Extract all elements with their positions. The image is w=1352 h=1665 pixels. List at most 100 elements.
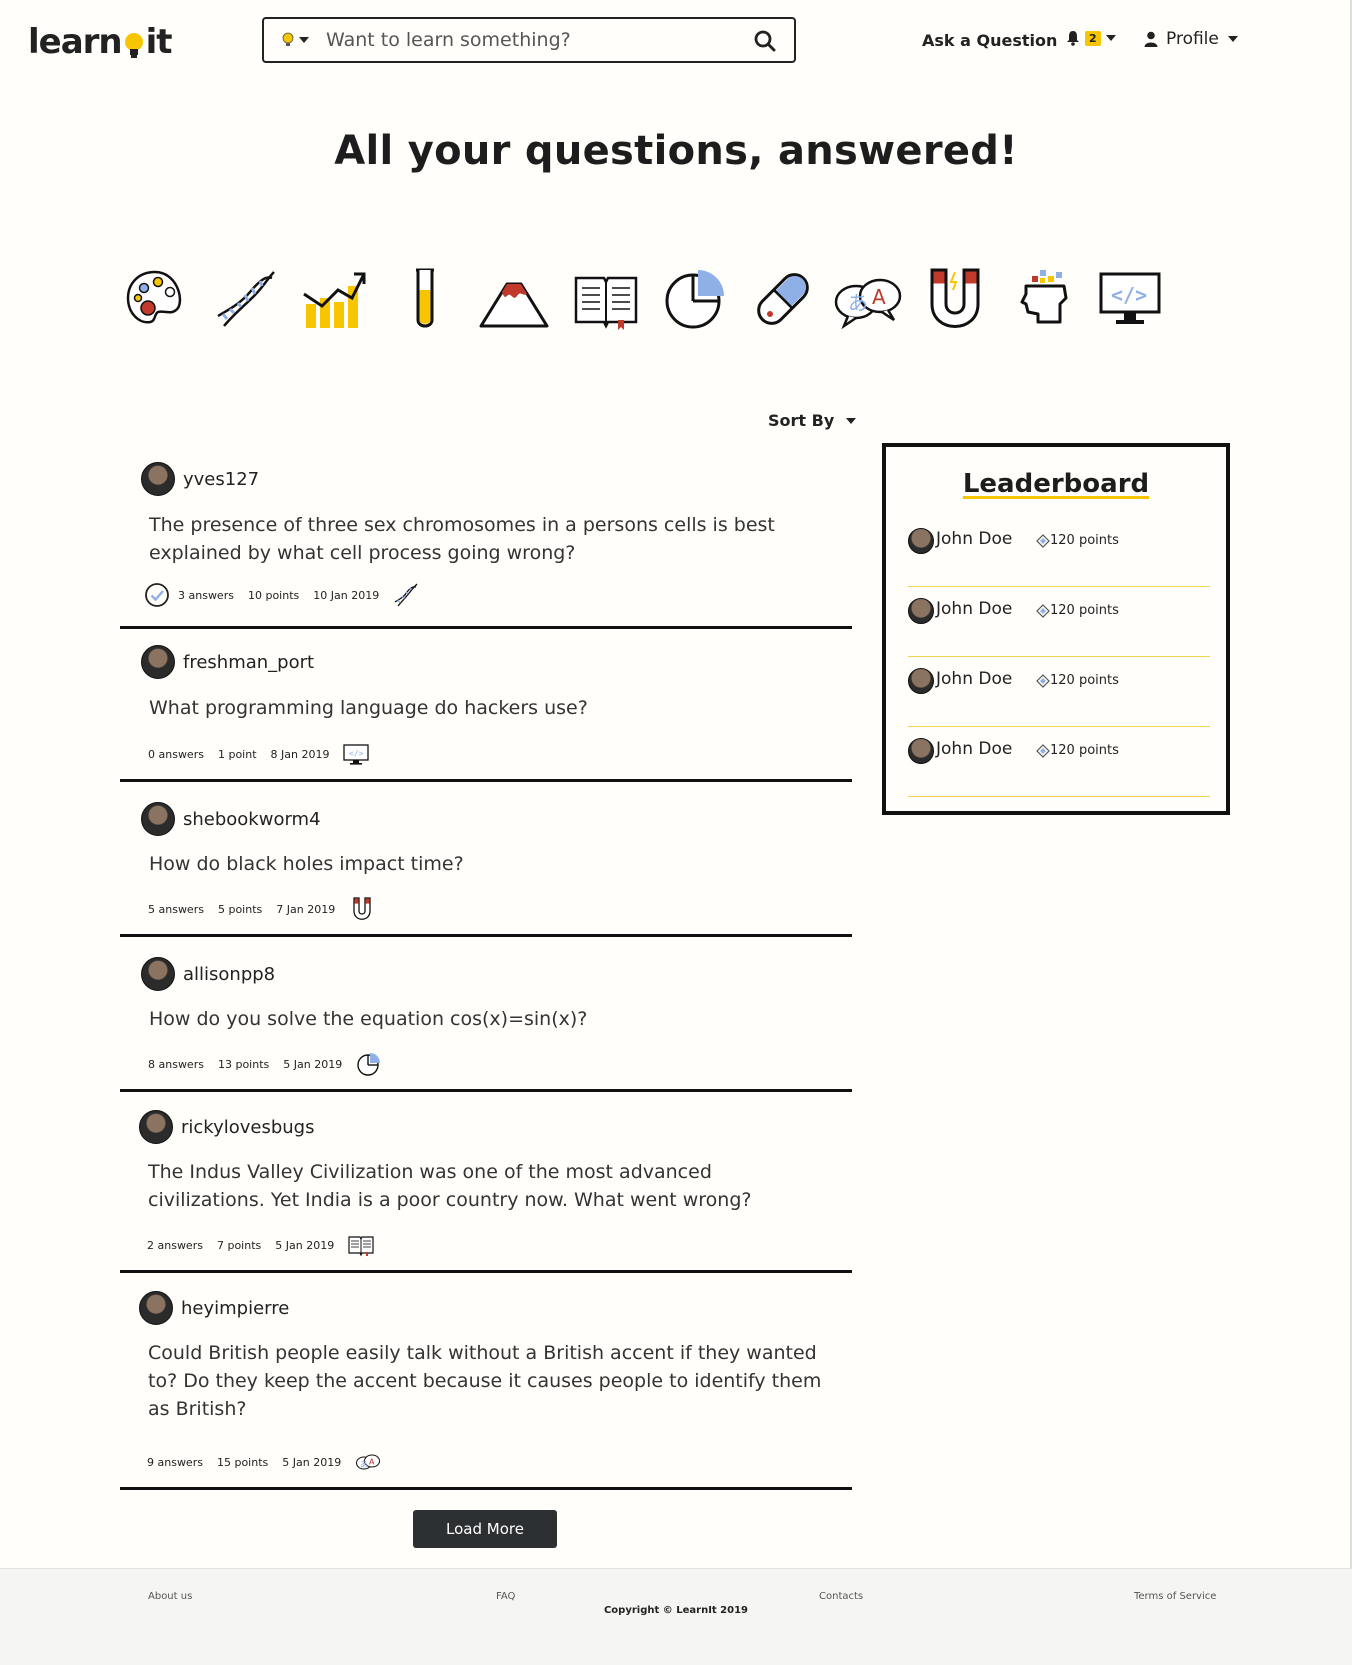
question-author[interactable]: allisonpp8 — [141, 957, 275, 991]
leaderboard-title: Leaderboard — [886, 469, 1226, 499]
notifications-dropdown[interactable]: 2 — [1066, 30, 1116, 46]
logo[interactable]: learn it — [28, 22, 173, 62]
avatar — [141, 462, 175, 496]
answer-count: 5 answers — [148, 902, 204, 916]
question-card[interactable]: yves127 The presence of three sex chromo… — [120, 444, 852, 629]
question-card[interactable]: allisonpp8 How do you solve the equation… — [120, 937, 852, 1092]
sort-dropdown[interactable]: Sort By — [768, 411, 857, 430]
question-author[interactable]: yves127 — [141, 462, 259, 496]
question-author[interactable]: freshman_port — [141, 645, 314, 679]
user-icon — [1144, 31, 1158, 47]
question-text[interactable]: The presence of three sex chromosomes in… — [149, 511, 829, 567]
chevron-down-icon — [1227, 36, 1238, 42]
leaderboard-entry[interactable]: John Doe 120 points — [908, 586, 1210, 657]
book-icon[interactable] — [348, 1232, 374, 1258]
points-count: 13 points — [217, 1057, 270, 1071]
avatar — [908, 528, 934, 554]
avatar — [141, 645, 175, 679]
language-icon[interactable]: あA — [355, 1449, 381, 1475]
search-category-dropdown[interactable] — [282, 32, 326, 48]
post-date: 5 Jan 2019 — [283, 1057, 343, 1071]
category-bar: あA </> — [120, 264, 1240, 336]
svg-text:あ: あ — [848, 291, 868, 315]
question-card[interactable]: rickylovesbugs The Indus Valley Civiliza… — [120, 1092, 852, 1273]
load-more-button[interactable]: Load More — [413, 1510, 557, 1548]
diamond-icon — [1036, 603, 1050, 618]
palette-icon[interactable] — [120, 264, 190, 334]
post-date: 5 Jan 2019 — [282, 1455, 342, 1469]
logo-text-learn: learn — [28, 22, 123, 62]
language-icon[interactable]: あA — [830, 264, 906, 334]
svg-text:</>: </> — [1111, 283, 1147, 307]
chevron-down-icon — [299, 37, 309, 43]
mountain-icon[interactable] — [475, 264, 553, 334]
contacts-link[interactable]: Contacts — [819, 1591, 863, 1602]
question-card[interactable]: freshman_port What programming language … — [120, 629, 852, 782]
question-author[interactable]: shebookworm4 — [141, 802, 321, 836]
profile-dropdown[interactable]: Profile — [1144, 29, 1238, 49]
question-text[interactable]: How do you solve the equation cos(x)=sin… — [149, 1005, 829, 1033]
leaderboard-entry[interactable]: John Doe 120 points — [908, 516, 1210, 587]
question-meta: 8 answers 13 points 5 Jan 2019 — [148, 1051, 382, 1077]
question-text[interactable]: Could British people easily talk without… — [148, 1339, 828, 1423]
username: heyimpierre — [181, 1297, 290, 1319]
test-tube-icon[interactable] — [390, 264, 460, 334]
code-monitor-icon[interactable]: </> — [343, 741, 370, 767]
leaderboard-title-text: Leaderboard — [962, 469, 1150, 499]
username: shebookworm4 — [183, 808, 321, 830]
avatar — [908, 668, 934, 694]
bulb-icon — [123, 29, 145, 58]
leaderboard-panel: Leaderboard John Doe 120 points John Doe… — [882, 443, 1230, 815]
code-monitor-icon[interactable]: </> — [1098, 264, 1162, 334]
page-title: All your questions, answered! — [334, 128, 1018, 174]
question-text[interactable]: The Indus Valley Civilization was one of… — [148, 1158, 828, 1214]
leaderboard-entry[interactable]: John Doe 120 points — [908, 656, 1210, 727]
leaderboard-points: 120 points — [1036, 673, 1119, 688]
avatar — [139, 1110, 173, 1144]
leaderboard-points: 120 points — [1036, 603, 1119, 618]
faq-link[interactable]: FAQ — [496, 1591, 515, 1602]
leaderboard-name: John Doe — [936, 739, 1013, 759]
dna-icon[interactable] — [393, 582, 419, 608]
answer-count: 9 answers — [147, 1455, 203, 1469]
magnet-icon[interactable] — [920, 264, 990, 334]
question-author[interactable]: rickylovesbugs — [139, 1110, 315, 1144]
question-author[interactable]: heyimpierre — [139, 1291, 289, 1325]
diamond-icon — [1036, 533, 1050, 548]
points-count: 1 point — [217, 747, 257, 761]
dna-icon[interactable] — [210, 264, 280, 334]
profile-label: Profile — [1166, 29, 1219, 49]
post-date: 8 Jan 2019 — [270, 747, 330, 761]
svg-text:A: A — [369, 1458, 375, 1467]
points-count: 10 points — [247, 588, 300, 602]
leaderboard-name: John Doe — [936, 669, 1013, 689]
search-bar — [262, 17, 796, 63]
answer-count: 0 answers — [148, 747, 204, 761]
question-card[interactable]: heyimpierre Could British people easily … — [120, 1273, 852, 1490]
ask-question-link[interactable]: Ask a Question — [922, 31, 1057, 50]
terms-of-service-link[interactable]: Terms of Service — [1134, 1591, 1216, 1602]
brain-icon[interactable] — [1010, 264, 1080, 334]
page: learnit Ask a Question 2 Profile All you… — [0, 0, 1352, 1665]
pie-chart-icon[interactable] — [660, 264, 730, 334]
leaderboard-entry[interactable]: John Doe 120 points — [908, 726, 1210, 797]
search-input[interactable] — [326, 29, 736, 51]
check-circle-icon — [145, 583, 169, 607]
copyright-text: Copyright © LearnIt 2019 — [603, 1605, 749, 1616]
username: allisonpp8 — [183, 963, 276, 985]
diamond-icon — [1036, 743, 1050, 758]
answer-count: 2 answers — [147, 1238, 203, 1252]
question-text[interactable]: What programming language do hackers use… — [149, 694, 829, 722]
bell-icon — [1067, 31, 1079, 46]
pie-chart-icon[interactable] — [356, 1051, 382, 1077]
about-us-link[interactable]: About us — [148, 1591, 192, 1602]
leaderboard-points: 120 points — [1036, 743, 1119, 758]
book-icon[interactable] — [568, 264, 644, 334]
question-card[interactable]: shebookworm4 How do black holes impact t… — [120, 782, 852, 937]
magnet-icon[interactable] — [349, 896, 375, 922]
chart-growth-icon[interactable] — [300, 264, 370, 334]
search-icon[interactable] — [752, 28, 778, 54]
question-text[interactable]: How do black holes impact time? — [149, 850, 829, 878]
question-meta: 3 answers 10 points 10 Jan 2019 — [144, 582, 419, 608]
pill-icon[interactable] — [748, 264, 818, 334]
